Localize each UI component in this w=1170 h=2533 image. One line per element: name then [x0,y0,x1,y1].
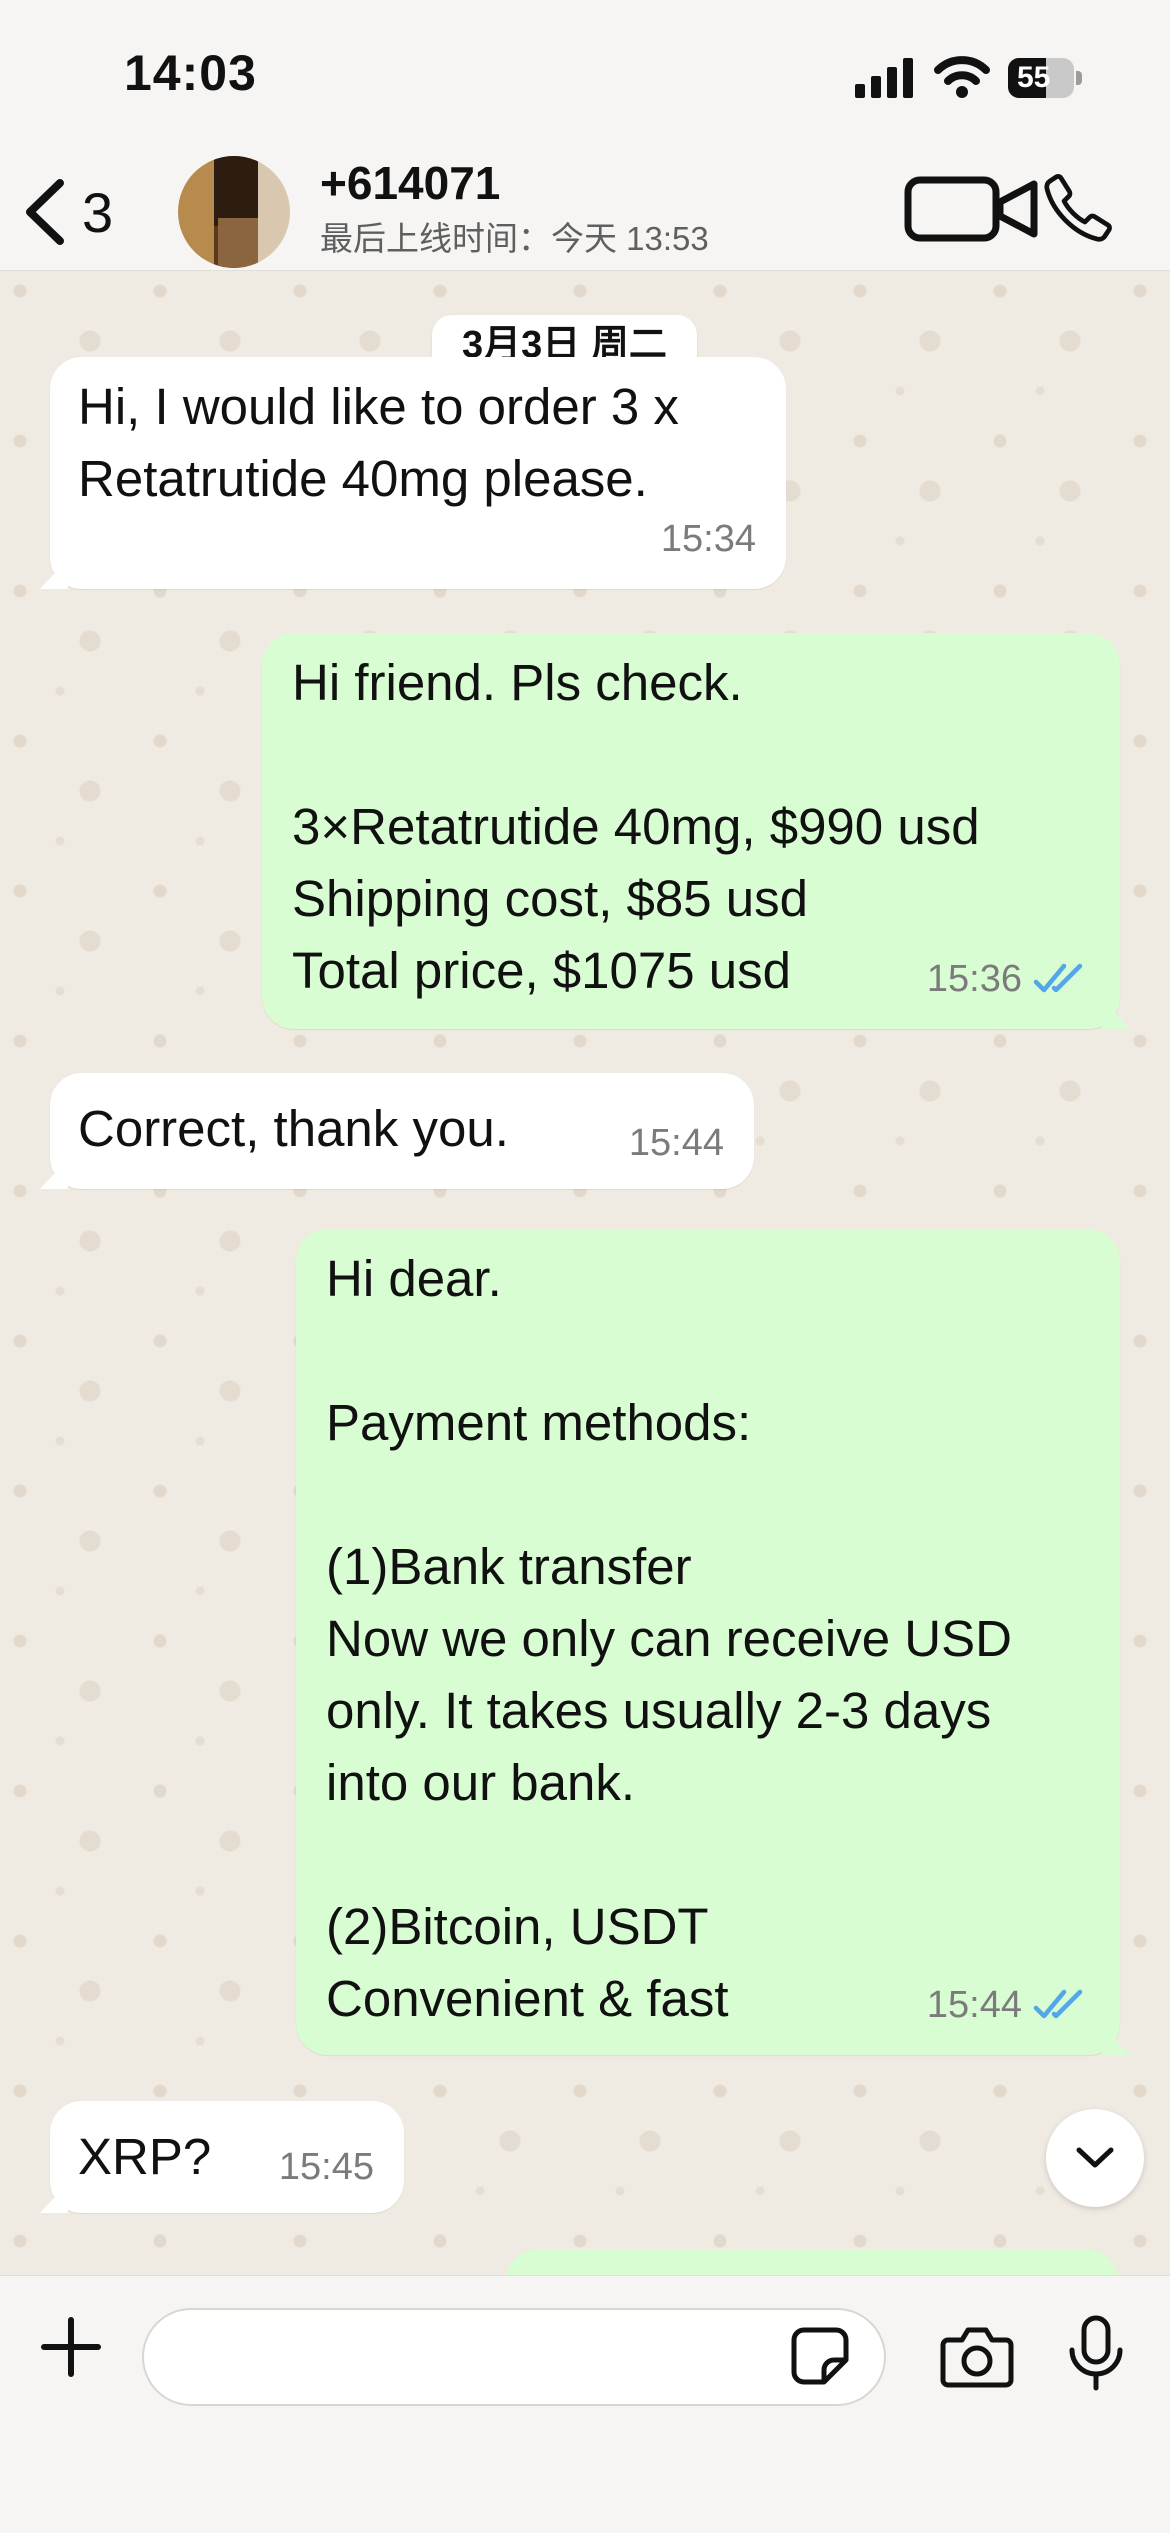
read-receipt-icon [1033,1989,1083,2019]
incoming-message[interactable]: Hi, I would like to order 3 x Retatrutid… [40,357,786,589]
message-text: XRP? [78,2128,212,2185]
bubble-tail [40,2183,68,2213]
message-meta: 15:44 [927,1969,1090,2041]
message-time: 15:44 [926,1984,1022,2026]
wifi-icon [934,56,990,98]
message-text: Hi dear. Payment methods: (1)Bank transf… [326,1250,1012,2027]
status-bar: 14:03 55 [0,0,1170,150]
video-call-icon[interactable] [904,174,1040,244]
plus-icon[interactable] [40,2316,102,2378]
message-input[interactable] [142,2308,886,2406]
message-input-bar [0,2275,1170,2533]
bubble-tail [40,1159,68,1189]
cellular-signal-icon [855,58,913,98]
unread-chat-count: 3 [82,180,114,244]
message-time: 15:34 [660,518,756,560]
message-time: 15:36 [926,958,1022,1000]
incoming-message[interactable]: XRP? 15:45 [40,2101,404,2213]
message-time: 15:44 [628,1122,724,1164]
message-text: Hi friend. Pls check. 3×Retatrutide 40mg… [292,654,980,999]
battery-icon: 55 [1008,58,1084,98]
back-chevron-icon [26,179,64,245]
chevron-down-icon [1076,2147,1114,2168]
chat-messages-area[interactable]: 3月3日 周二 Hi, I would like to order 3 x Re… [0,271,1170,2275]
message-meta: 15:36 [927,943,1090,1015]
scroll-to-bottom-button[interactable] [1046,2109,1144,2207]
camera-icon[interactable] [940,2324,1014,2388]
outgoing-message-partial[interactable] [506,2249,1118,2275]
redaction-blur [510,160,670,210]
contact-name[interactable]: +614071 [320,156,500,210]
outgoing-message[interactable]: Hi dear. Payment methods: (1)Bank transf… [296,1229,1130,2055]
battery-level: 55 [1017,61,1051,94]
bubble-tail [1102,2025,1130,2055]
message-meta: 15:44 [629,1107,724,1179]
incoming-message[interactable]: Correct, thank you. 15:44 [40,1073,754,1189]
sticker-icon[interactable] [790,2326,850,2386]
phone-call-icon[interactable] [1040,170,1116,246]
contact-avatar[interactable] [178,156,290,268]
bubble-tail [1102,999,1130,1029]
message-text: Correct, thank you. [78,1100,509,1157]
message-time: 15:45 [278,2146,374,2188]
read-receipt-icon [1033,963,1083,993]
outgoing-message[interactable]: Hi friend. Pls check. 3×Retatrutide 40mg… [262,633,1130,1029]
back-button[interactable]: 3 [22,172,113,252]
bubble-tail [40,559,68,589]
message-text: Hi, I would like to order 3 x Retatrutid… [78,378,679,507]
message-meta: 15:34 [661,503,756,575]
status-time: 14:03 [124,45,257,101]
last-seen-status: 最后上线时间：今天 13:53 [320,220,709,257]
microphone-icon[interactable] [1066,2314,1126,2394]
chat-header: 3 +614071 最后上线时间：今天 13:53 [0,150,1170,271]
message-meta: 15:45 [279,2131,374,2203]
